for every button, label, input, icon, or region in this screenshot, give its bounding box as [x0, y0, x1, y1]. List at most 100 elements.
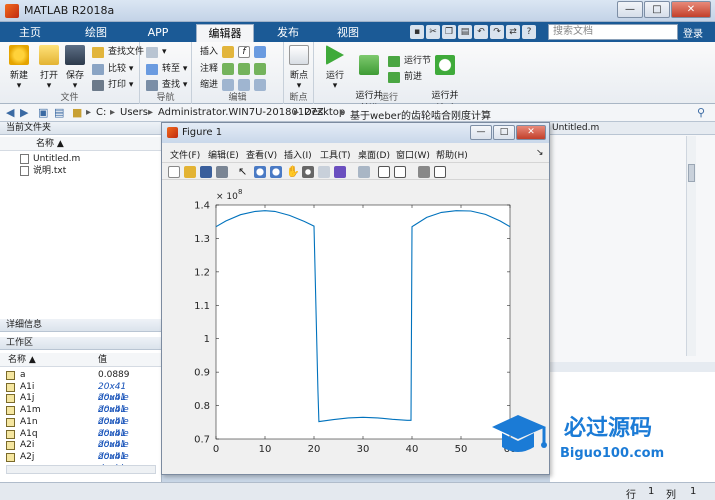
workspace-h-scrollbar[interactable] [6, 465, 156, 474]
back-arrow-icon[interactable]: ◀ [6, 106, 14, 119]
group-edit: 插入 注释 缩进 f 编辑 [192, 42, 284, 104]
txt-file-icon [20, 166, 29, 176]
workspace-var-row[interactable]: A2i 20x41 double [6, 440, 156, 462]
figure-minimize-button[interactable]: — [470, 125, 492, 140]
tab-home[interactable]: 主页 [6, 24, 54, 42]
search-input[interactable]: 搜索文档 [548, 24, 678, 40]
insert-label[interactable]: 插入 [200, 45, 218, 59]
show-tools-icon[interactable] [434, 166, 446, 178]
search-folder-icon[interactable]: ⚲ [697, 106, 705, 119]
figure-title-bar[interactable]: Figure 1 — □ ✕ [162, 123, 549, 143]
figure-close-button[interactable]: ✕ [516, 125, 546, 140]
menu-view[interactable]: 查看(V) [246, 148, 277, 161]
login-link[interactable]: 登录 [683, 25, 703, 40]
link-plot-icon[interactable] [358, 166, 370, 178]
menu-insert[interactable]: 插入(I) [284, 148, 312, 161]
menu-file[interactable]: 文件(F) [170, 148, 200, 161]
save-figure-icon[interactable] [200, 166, 212, 178]
percent-icon[interactable] [238, 63, 250, 75]
compare-button[interactable]: 比较 ▾ [92, 62, 133, 76]
workspace-var-row[interactable]: A1i 20x41 double [6, 382, 156, 403]
browse-folder-icon[interactable]: ▤ [54, 106, 64, 119]
editor-tab-untitled[interactable]: Untitled.m [550, 122, 715, 135]
open-file-icon[interactable] [184, 166, 196, 178]
tab-publish[interactable]: 发布 [264, 24, 312, 42]
save-button[interactable]: 保存 ▾ [60, 45, 90, 91]
advance-button[interactable]: 前进 [388, 70, 422, 84]
new-button[interactable]: 新建 ▾ [4, 45, 34, 91]
figure-title: Figure 1 [182, 127, 223, 138]
minimize-button[interactable]: — [617, 1, 643, 18]
file-item[interactable]: 说明.txt [20, 165, 66, 177]
up-folder-icon[interactable]: ▣ [38, 106, 48, 119]
tab-apps[interactable]: APP [134, 24, 182, 42]
close-button[interactable]: ✕ [671, 1, 711, 18]
variable-icon [6, 417, 15, 427]
comment-label[interactable]: 注释 [200, 62, 218, 76]
menu-desktop[interactable]: 桌面(D) [358, 148, 390, 161]
new-figure-icon[interactable] [168, 166, 180, 178]
run-section-button[interactable]: 运行节 [388, 54, 431, 68]
comment-icon[interactable] [222, 63, 234, 75]
pan-icon[interactable]: ✋ [286, 166, 300, 178]
menu-dock-icon[interactable]: ↘ [536, 148, 544, 158]
find-files-button[interactable]: 查找文件 [92, 45, 144, 59]
print-figure-icon[interactable] [216, 166, 228, 178]
zoom-in-icon[interactable] [254, 166, 266, 178]
data-cursor-icon[interactable] [318, 166, 330, 178]
quick-cut-icon[interactable]: ✂ [426, 25, 440, 39]
workspace-var-row[interactable]: A1m 20x41 double [6, 405, 156, 427]
colorbar-icon[interactable] [378, 166, 390, 178]
menu-edit[interactable]: 编辑(E) [208, 148, 239, 161]
workspace-var-row[interactable]: A1j 20x41 double [6, 393, 156, 415]
run-icon [326, 45, 344, 65]
save-icon [65, 45, 85, 65]
variable-icon [6, 382, 15, 392]
help-icon[interactable]: ? [522, 25, 536, 39]
workspace-var-row[interactable]: a 0.0889 [6, 370, 156, 382]
breadcrumb-folder[interactable]: 基于weber的齿轮啮合刚度计算 [350, 107, 491, 122]
breadcrumb-c[interactable]: C: [96, 107, 106, 118]
breadcrumb-users[interactable]: Users [120, 107, 148, 118]
graduation-cap-icon [492, 415, 546, 439]
tab-editor[interactable]: 编辑器 [196, 24, 254, 42]
scroll-thumb[interactable] [688, 164, 695, 182]
pointer-icon[interactable]: ↖ [238, 166, 250, 178]
quick-switch-icon[interactable]: ⇄ [506, 25, 520, 39]
wrap-comment-icon[interactable] [254, 63, 266, 75]
tab-view[interactable]: 视图 [324, 24, 372, 42]
quick-undo-icon[interactable]: ↶ [474, 25, 488, 39]
zoom-out-icon[interactable] [270, 166, 282, 178]
quick-copy-icon[interactable]: ❐ [442, 25, 456, 39]
variable-icon [6, 452, 15, 462]
tab-plots[interactable]: 绘图 [72, 24, 120, 42]
legend-icon[interactable] [394, 166, 406, 178]
quick-save-icon[interactable]: ▪ [410, 25, 424, 39]
editor-v-scrollbar[interactable] [686, 136, 696, 356]
matlab-logo-icon [5, 4, 19, 18]
nav-back-button[interactable]: ▾ [146, 45, 167, 59]
menu-tools[interactable]: 工具(T) [320, 148, 351, 161]
workspace-var-row[interactable]: A2j20x41 double [6, 452, 156, 474]
hide-tools-icon[interactable] [418, 166, 430, 178]
quick-paste-icon[interactable]: ▤ [458, 25, 472, 39]
workspace-var-row[interactable]: A1n 20x41 double [6, 417, 156, 439]
figure-maximize-button[interactable]: □ [493, 125, 515, 140]
forward-arrow-icon[interactable]: ▶ [20, 106, 28, 119]
brush-icon[interactable] [334, 166, 346, 178]
insert-section-icon[interactable] [222, 46, 234, 58]
menu-window[interactable]: 窗口(W) [396, 148, 430, 161]
menu-help[interactable]: 帮助(H) [436, 148, 468, 161]
file-item[interactable]: Untitled.m [20, 153, 80, 165]
fx-icon[interactable]: f [238, 46, 250, 58]
workspace-var-row[interactable]: A1q 20x41 double [6, 429, 156, 450]
breakpoints-button[interactable]: 断点 ▾ [284, 45, 314, 91]
rotate-icon[interactable] [302, 166, 314, 178]
y-tick-label: 1.1 [194, 301, 210, 312]
run-button[interactable]: 运行 ▾ [320, 45, 350, 91]
goto-button[interactable]: 转至 ▾ [146, 62, 187, 76]
maximize-button[interactable]: □ [644, 1, 670, 18]
details-header[interactable]: 详细信息 [0, 319, 162, 332]
insert-function-icon[interactable] [254, 46, 266, 58]
quick-redo-icon[interactable]: ↷ [490, 25, 504, 39]
